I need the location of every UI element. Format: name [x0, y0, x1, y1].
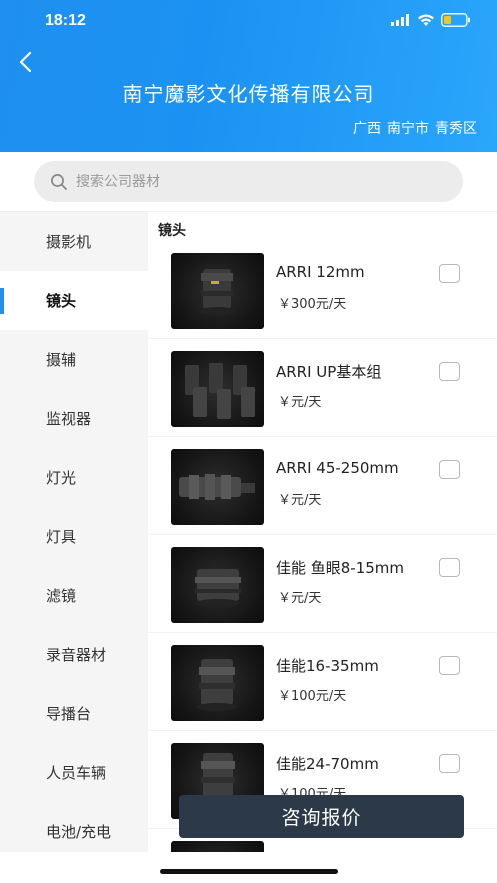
product-checkbox[interactable]	[439, 460, 460, 479]
product-thumbnail	[171, 645, 264, 721]
sidebar-item-batteries[interactable]: 电池/充电	[0, 802, 148, 852]
sidebar-item-label: 灯具	[46, 528, 77, 546]
product-thumbnail	[171, 547, 264, 623]
section-title: 镜头	[158, 223, 186, 239]
search-bar	[0, 152, 497, 212]
product-name: 佳能24-70mm	[276, 755, 379, 773]
home-indicator	[160, 869, 338, 874]
location-province: 广西	[353, 121, 381, 137]
product-item[interactable]: 佳能16-35mm ￥100元/天	[148, 633, 497, 731]
category-sidebar: 摄影机 镜头 摄辅 监视器 灯光 灯具 滤镜 录音器材 导播台 人员车辆 电池/…	[0, 212, 148, 852]
consult-quote-button[interactable]: 咨询报价	[179, 795, 464, 838]
wifi-icon	[418, 14, 434, 26]
sidebar-item-camera-support[interactable]: 摄辅	[0, 330, 148, 389]
product-price: ￥300元/天	[278, 297, 347, 312]
product-checkbox[interactable]	[439, 362, 460, 381]
sidebar-item-monitors[interactable]: 监视器	[0, 389, 148, 448]
product-price: ￥100元/天	[278, 689, 347, 704]
product-item[interactable]: ARRI 45-250mm ￥元/天	[148, 437, 497, 535]
product-price: ￥元/天	[278, 395, 322, 410]
sidebar-item-lenses[interactable]: 镜头	[0, 271, 148, 330]
sidebar-item-label: 监视器	[46, 410, 92, 428]
product-item[interactable]: ARRI 12mm ￥300元/天	[148, 241, 497, 339]
header: 18:12 南宁魔影文化传播有限公司 广西 南宁市 青秀区	[0, 0, 497, 152]
product-thumbnail	[171, 841, 264, 852]
sidebar-item-label: 摄影机	[46, 233, 92, 251]
product-name: ARRI 45-250mm	[276, 459, 399, 477]
product-thumbnail	[171, 449, 264, 525]
sidebar-item-crew-vehicles[interactable]: 人员车辆	[0, 743, 148, 802]
sidebar-item-filters[interactable]: 滤镜	[0, 566, 148, 625]
search-icon	[51, 173, 67, 190]
company-title: 南宁魔影文化传播有限公司	[122, 82, 375, 106]
battery-icon	[441, 13, 470, 27]
product-name: 佳能16-35mm	[276, 657, 379, 675]
status-time: 18:12	[45, 12, 86, 29]
location: 广西 南宁市 青秀区	[347, 118, 477, 138]
sidebar-item-light-fixtures[interactable]: 灯具	[0, 507, 148, 566]
sidebar-item-label: 录音器材	[46, 646, 107, 664]
product-thumbnail	[171, 351, 264, 427]
product-price: ￥元/天	[278, 591, 322, 606]
product-checkbox[interactable]	[439, 264, 460, 283]
product-list: 镜头 ARRI 12mm ￥300元/天 ARRI UP基本组 ￥元/天 ARR…	[148, 212, 497, 852]
product-item[interactable]: 佳能 鱼眼8-15mm ￥元/天	[148, 535, 497, 633]
sidebar-item-label: 人员车辆	[46, 764, 107, 782]
product-price: ￥元/天	[278, 493, 322, 508]
sidebar-item-label: 导播台	[46, 705, 92, 723]
lens-image	[199, 269, 235, 315]
sidebar-item-switcher[interactable]: 导播台	[0, 684, 148, 743]
product-thumbnail	[171, 253, 264, 329]
product-checkbox[interactable]	[439, 754, 460, 773]
back-button[interactable]	[14, 48, 40, 76]
product-checkbox[interactable]	[439, 558, 460, 577]
product-name: ARRI 12mm	[276, 263, 365, 281]
sidebar-item-audio[interactable]: 录音器材	[0, 625, 148, 684]
sidebar-item-label: 电池/充电	[46, 823, 112, 841]
sidebar-item-label: 摄辅	[46, 351, 77, 369]
status-icons	[391, 13, 471, 27]
sidebar-item-label: 滤镜	[46, 587, 77, 605]
search-input[interactable]	[76, 173, 416, 190]
sidebar-item-cameras[interactable]: 摄影机	[0, 212, 148, 271]
product-name: ARRI UP基本组	[276, 363, 382, 381]
product-checkbox[interactable]	[439, 656, 460, 675]
fisheye-lens-image	[195, 569, 241, 607]
lens-image	[197, 659, 237, 711]
sidebar-item-lighting[interactable]: 灯光	[0, 448, 148, 507]
sidebar-item-label: 灯光	[46, 469, 77, 487]
location-district: 青秀区	[435, 121, 477, 137]
bottom-bar	[0, 852, 497, 883]
chevron-left-icon	[19, 51, 32, 73]
location-city: 南宁市	[387, 121, 429, 137]
product-item[interactable]: ARRI UP基本组 ￥元/天	[148, 339, 497, 437]
lens-set-image	[185, 363, 255, 419]
signal-icon	[391, 14, 409, 26]
zoom-lens-image	[179, 474, 255, 500]
product-name: 佳能 鱼眼8-15mm	[276, 559, 405, 577]
sidebar-item-label: 镜头	[46, 292, 77, 310]
search-box[interactable]	[34, 161, 463, 202]
